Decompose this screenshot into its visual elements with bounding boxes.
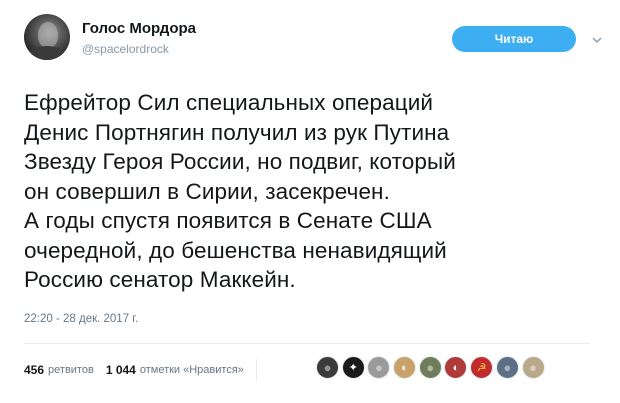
tweet-line: Денис Портнягин получил из рук Путина: [24, 119, 450, 145]
liker-avatar-4[interactable]: ◐: [393, 356, 417, 379]
liker-avatar-1[interactable]: ●: [316, 356, 339, 379]
tweet-line: Звезду Героя России, но подвиг, который: [24, 149, 456, 174]
tweet-line: А годы спустя появится в Сенате США: [24, 208, 432, 233]
tweet-timestamp[interactable]: 22:20 - 28 дек. 2017 г.: [24, 313, 138, 325]
liker-avatar-9[interactable]: ●: [521, 356, 545, 379]
retweets-count[interactable]: 456: [24, 363, 44, 377]
person-icon: ●: [503, 360, 512, 375]
hammer-sickle-icon: ☭: [476, 362, 487, 374]
retweets-label[interactable]: ретвитов: [48, 364, 94, 376]
liker-avatar-8[interactable]: ●: [495, 356, 519, 379]
account-handle[interactable]: @spacelordrock: [82, 42, 169, 56]
liker-avatar-6[interactable]: ◐: [444, 356, 468, 379]
liker-avatars: ● ✦ ● ◐ ● ◐ ☭ ● ●: [316, 356, 547, 379]
avatar-face: [38, 22, 58, 48]
likes-count[interactable]: 1 044: [106, 363, 136, 377]
liker-avatar-3[interactable]: ●: [367, 356, 391, 379]
liker-avatar-7[interactable]: ☭: [470, 356, 494, 379]
tweet-line: он совершил в Сирии, засекречен.: [24, 178, 390, 204]
tweet-stats: 456 ретвитов 1 044 отметки «Нравится»: [24, 359, 267, 381]
divider: [24, 343, 590, 344]
tweet-line: очередной, до бешенства ненавидящий: [24, 237, 447, 263]
person-icon: ●: [529, 360, 537, 375]
person-icon: ●: [323, 360, 332, 375]
person-icon: ●: [374, 360, 383, 375]
likes-label[interactable]: отметки «Нравится»: [140, 364, 244, 376]
tweet-header: Голос Мордора @spacelordrock Читаю: [24, 14, 603, 64]
chevron-down-icon[interactable]: [591, 34, 603, 46]
tweet-text: Ефрейтор Сил специальных операций Денис …: [24, 88, 594, 295]
liker-avatar-2[interactable]: ✦: [341, 356, 365, 379]
profile-avatar[interactable]: [24, 14, 70, 60]
emblem-icon: ✦: [348, 362, 358, 374]
tweet-line: Россию сенатор Маккейн.: [24, 267, 296, 292]
stats-separator: [255, 359, 257, 381]
person-icon: ●: [426, 360, 435, 375]
avatar-shoulders: [28, 46, 66, 60]
account-name[interactable]: Голос Мордора: [82, 20, 196, 37]
liker-avatar-5[interactable]: ●: [418, 356, 442, 379]
portrait-icon: ◐: [401, 361, 408, 374]
follow-button[interactable]: Читаю: [452, 26, 576, 52]
tweet-line: Ефрейтор Сил специальных операций: [24, 90, 434, 115]
portrait-icon: ◐: [452, 361, 460, 374]
